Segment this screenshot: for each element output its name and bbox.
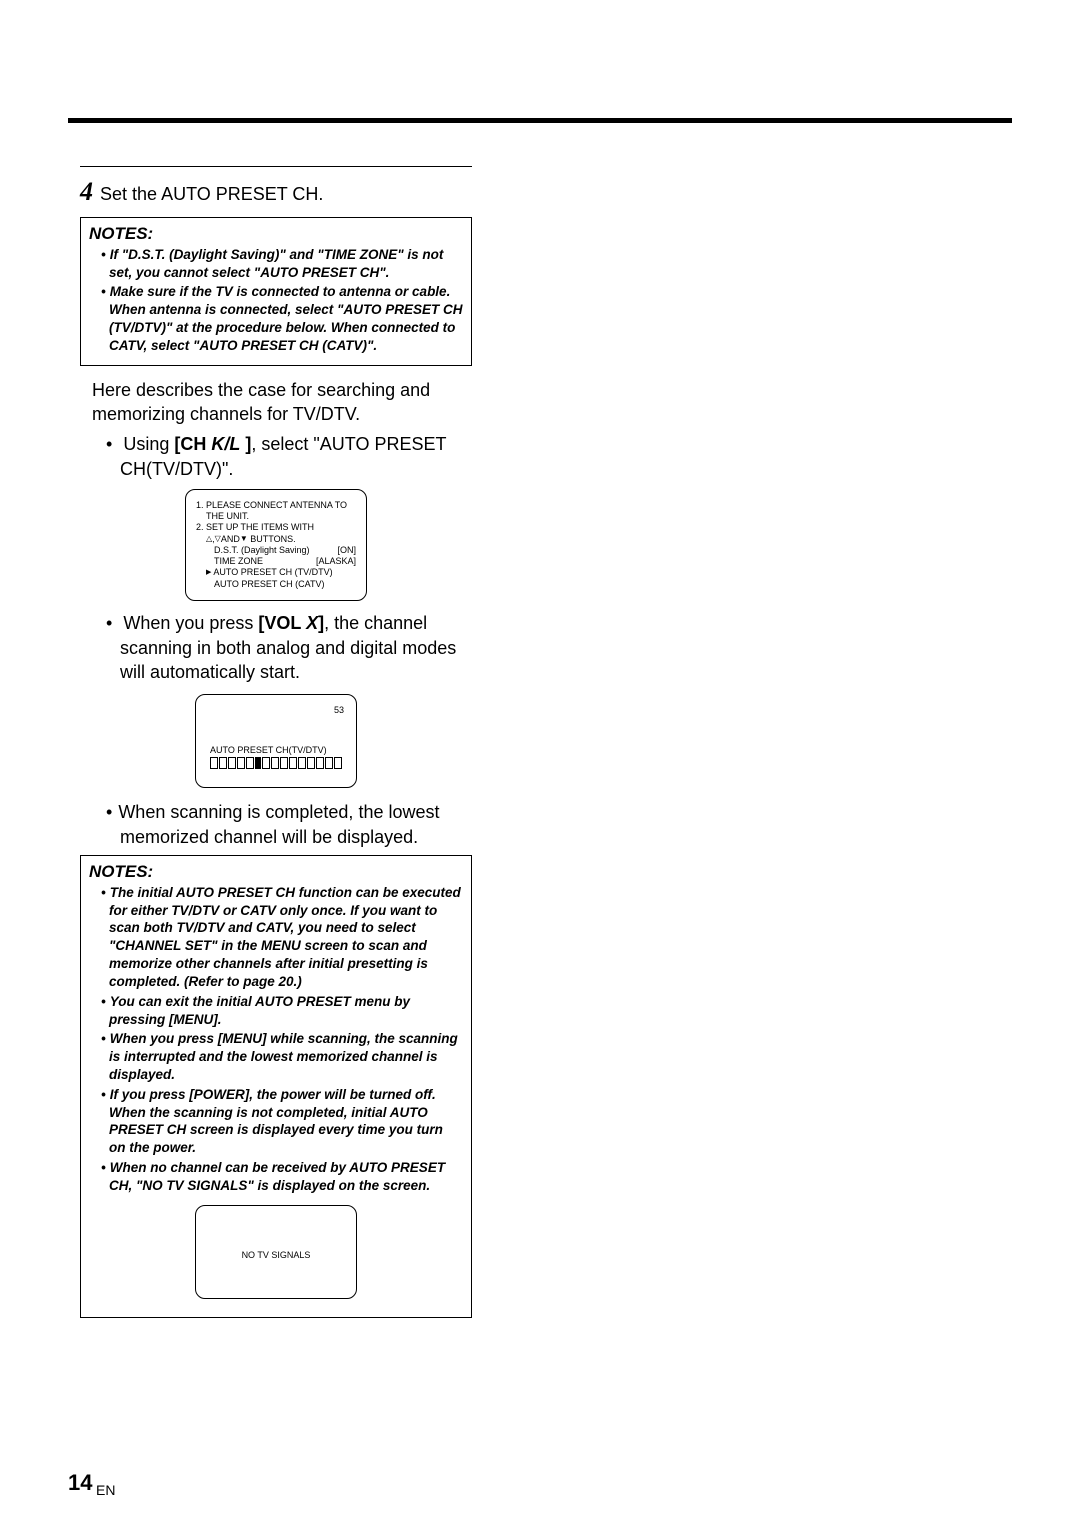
section-rule [80,166,472,167]
osd1-tz-value: [ALASKA] [316,556,356,567]
top-horizontal-rule [68,118,1012,123]
notes2-item-1: The initial AUTO PRESET CH function can … [93,884,463,991]
osd1-line2b: △,▽AND▼ BUTTONS. [196,534,356,545]
osd1-dst-value: [ON] [337,545,356,556]
osd-screen-scanning: 53 AUTO PRESET CH(TV/DTV) [195,694,357,788]
instr2-key-open: [VOL [258,613,306,633]
progress-seg [325,757,333,769]
progress-seg [316,757,324,769]
progress-seg [334,757,342,769]
osd-screen-no-signal: NO TV SIGNALS [195,1205,357,1299]
notes-heading: NOTES: [89,224,463,244]
instr1-key-open: [CH [174,434,211,454]
progress-seg [280,757,288,769]
osd1-line1b: THE UNIT. [196,511,356,522]
osd1-dst-row: D.S.T. (Daylight Saving) [ON] [196,545,356,556]
triangle-down-icon: ▽ [215,534,221,544]
instr2-key-sym: X [306,613,318,633]
notes1-item-2: Make sure if the TV is connected to ante… [93,283,463,354]
progress-seg [289,757,297,769]
osd1-buttons-word: BUTTONS. [248,534,296,544]
page-number: 14 [68,1470,92,1496]
notes2-item-3: When you press [MENU] while scanning, th… [93,1030,463,1083]
notes2-item-5: When no channel can be received by AUTO … [93,1159,463,1195]
progress-seg [237,757,245,769]
instruction-list-2: When you press [VOL X], the channel scan… [92,611,472,684]
osd1-line1: 1. PLEASE CONNECT ANTENNA TO [196,500,356,511]
notes-box-2: NOTES: The initial AUTO PRESET CH functi… [80,855,472,1318]
intro-text: Here describes the case for searching an… [92,378,472,427]
notes2-item-2: You can exit the initial AUTO PRESET men… [93,993,463,1029]
notes-box-1: NOTES: If "D.S.T. (Daylight Saving)" and… [80,217,472,366]
triangle-up-icon: △ [206,534,212,544]
instruction-3: When scanning is completed, the lowest m… [92,800,472,849]
notes1-item-1: If "D.S.T. (Daylight Saving)" and "TIME … [93,246,463,282]
osd1-line2: 2. SET UP THE ITEMS WITH [196,522,356,533]
progress-seg [246,757,254,769]
osd1-dst-label: D.S.T. (Daylight Saving) [214,545,310,556]
osd1-tz-label: TIME ZONE [214,556,263,567]
osd1-and: AND [221,534,240,544]
step-4-heading: 4 Set the AUTO PRESET CH. [80,175,472,209]
progress-seg [210,757,218,769]
osd3-message: NO TV SIGNALS [196,1250,356,1260]
progress-seg [262,757,270,769]
progress-seg [271,757,279,769]
instruction-list-3: When scanning is completed, the lowest m… [92,800,472,849]
progress-seg [298,757,306,769]
instr1-key-close: ] [240,434,251,454]
instruction-2: When you press [VOL X], the channel scan… [92,611,472,684]
instruction-list: Using [CH K/L ], select "AUTO PRESET CH(… [92,432,472,481]
left-column: 4 Set the AUTO PRESET CH. NOTES: If "D.S… [80,166,472,1318]
osd2-label: AUTO PRESET CH(TV/DTV) [210,745,327,755]
osd1-autopreset-tvdtv: AUTO PRESET CH (TV/DTV) [196,567,356,579]
instr1-pre: Using [123,434,174,454]
osd1-autopreset-catv: AUTO PRESET CH (CATV) [196,579,356,590]
progress-seg [307,757,315,769]
notes2-list: The initial AUTO PRESET CH function can … [89,884,463,1195]
instr2-pre: When you press [123,613,258,633]
notes-list: If "D.S.T. (Daylight Saving)" and "TIME … [89,246,463,355]
progress-seg [219,757,227,769]
instr1-key-sym: K/L [211,434,240,454]
progress-bar [210,757,342,769]
progress-seg-active [255,757,261,769]
triangle-right-icon: ▼ [240,534,248,544]
osd2-channel-number: 53 [334,705,344,715]
manual-page: 4 Set the AUTO PRESET CH. NOTES: If "D.S… [0,0,1080,1526]
instruction-1: Using [CH K/L ], select "AUTO PRESET CH(… [92,432,472,481]
step-number: 4 [80,177,93,206]
osd1-tz-row: TIME ZONE [ALASKA] [196,556,356,567]
osd-screen-setup: 1. PLEASE CONNECT ANTENNA TO THE UNIT. 2… [185,489,367,602]
step-title: Set the AUTO PRESET CH. [100,184,323,204]
progress-seg [228,757,236,769]
notes2-item-4: If you press [POWER], the power will be … [93,1086,463,1157]
notes2-heading: NOTES: [89,862,463,882]
page-language: EN [96,1482,115,1498]
